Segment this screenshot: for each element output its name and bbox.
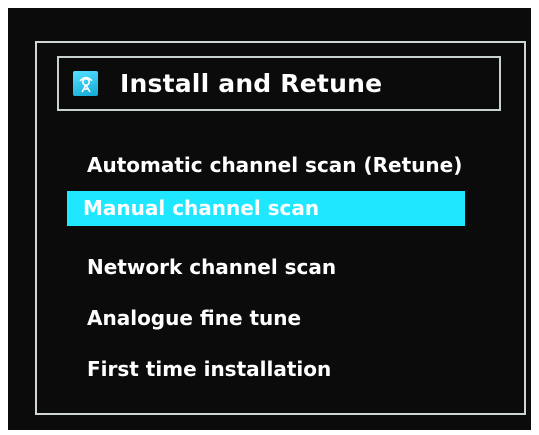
menu-item-first-time-installation[interactable]: First time installation [67,344,465,395]
antenna-icon [73,71,98,96]
install-menu: Automatic channel scan (Retune) Manual c… [67,139,465,395]
menu-item-analogue-fine-tune[interactable]: Analogue fine tune [67,293,465,344]
menu-item-network-channel-scan[interactable]: Network channel scan [67,242,465,293]
install-retune-panel: Install and Retune Automatic channel sca… [35,41,526,415]
menu-item-automatic-channel-scan[interactable]: Automatic channel scan (Retune) [67,139,465,191]
panel-header: Install and Retune [57,56,501,111]
tv-screen: Install and Retune Automatic channel sca… [8,8,531,430]
antenna-icon-glyph [78,76,93,92]
menu-item-manual-channel-scan[interactable]: Manual channel scan [67,191,465,226]
page-title: Install and Retune [120,69,383,98]
